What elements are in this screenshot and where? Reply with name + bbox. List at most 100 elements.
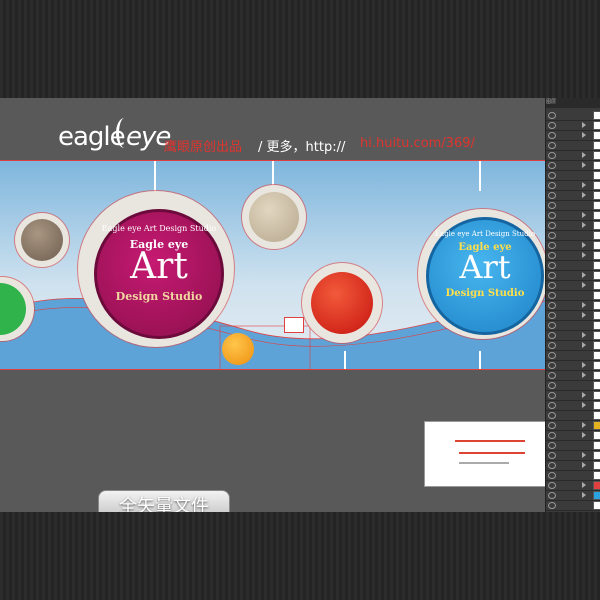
- layer-swatch: [593, 321, 600, 330]
- expand-arrow-icon[interactable]: [582, 312, 586, 318]
- visibility-eye-icon[interactable]: [548, 382, 556, 389]
- expand-arrow-icon[interactable]: [582, 402, 586, 408]
- layer-swatch: [593, 491, 600, 500]
- brown-bubble[interactable]: [21, 219, 63, 261]
- visibility-eye-icon[interactable]: [548, 232, 556, 239]
- visibility-eye-icon[interactable]: [548, 122, 556, 129]
- preview-thumbnail[interactable]: [424, 421, 545, 487]
- magenta-badge[interactable]: Eagle eye Art Design Studio Eagle eye Ar…: [94, 209, 224, 339]
- badge-studio-text: Design Studio: [445, 288, 525, 299]
- layers-panel[interactable]: 图层: [545, 98, 600, 512]
- visibility-eye-icon[interactable]: [548, 362, 556, 369]
- visibility-eye-icon[interactable]: [548, 292, 556, 299]
- expand-arrow-icon[interactable]: [582, 482, 586, 488]
- thumb-line: [455, 440, 525, 442]
- thumb-line: [459, 462, 509, 464]
- visibility-eye-icon[interactable]: [548, 132, 556, 139]
- visibility-eye-icon[interactable]: [548, 502, 556, 509]
- expand-arrow-icon[interactable]: [582, 372, 586, 378]
- visibility-eye-icon[interactable]: [548, 312, 556, 319]
- expand-arrow-icon[interactable]: [582, 152, 586, 158]
- expand-arrow-icon[interactable]: [582, 302, 586, 308]
- visibility-eye-icon[interactable]: [548, 182, 556, 189]
- design-canvas[interactable]: eagle eye 鹰眼原创出品 / 更多，http:// hi.huitu.c…: [0, 98, 545, 512]
- expand-arrow-icon[interactable]: [582, 392, 586, 398]
- expand-arrow-icon[interactable]: [582, 422, 586, 428]
- visibility-eye-icon[interactable]: [548, 192, 556, 199]
- red-bubble[interactable]: [311, 272, 373, 334]
- visibility-eye-icon[interactable]: [548, 242, 556, 249]
- visibility-eye-icon[interactable]: [548, 442, 556, 449]
- layer-swatch: [593, 451, 600, 460]
- visibility-eye-icon[interactable]: [548, 492, 556, 499]
- visibility-eye-icon[interactable]: [548, 462, 556, 469]
- visibility-eye-icon[interactable]: [548, 422, 556, 429]
- visibility-eye-icon[interactable]: [548, 472, 556, 479]
- layer-swatch: [593, 221, 600, 230]
- layer-swatch: [593, 141, 600, 150]
- visibility-eye-icon[interactable]: [548, 412, 556, 419]
- visibility-eye-icon[interactable]: [548, 322, 556, 329]
- blue-badge[interactable]: Eagle eye Art Design Studio Eagle eye Ar…: [426, 217, 544, 335]
- visibility-eye-icon[interactable]: [548, 402, 556, 409]
- layer-swatch: [593, 371, 600, 380]
- expand-arrow-icon[interactable]: [582, 212, 586, 218]
- visibility-eye-icon[interactable]: [548, 212, 556, 219]
- layer-swatch: [593, 351, 600, 360]
- visibility-eye-icon[interactable]: [548, 222, 556, 229]
- visibility-eye-icon[interactable]: [548, 482, 556, 489]
- layer-swatch: [593, 201, 600, 210]
- visibility-eye-icon[interactable]: [548, 172, 556, 179]
- layer-swatch: [593, 421, 600, 430]
- expand-arrow-icon[interactable]: [582, 342, 586, 348]
- visibility-eye-icon[interactable]: [548, 152, 556, 159]
- expand-arrow-icon[interactable]: [582, 282, 586, 288]
- visibility-eye-icon[interactable]: [548, 262, 556, 269]
- visibility-eye-icon[interactable]: [548, 452, 556, 459]
- visibility-eye-icon[interactable]: [548, 352, 556, 359]
- visibility-eye-icon[interactable]: [548, 252, 556, 259]
- expand-arrow-icon[interactable]: [582, 192, 586, 198]
- layer-swatch: [593, 121, 600, 130]
- visibility-eye-icon[interactable]: [548, 432, 556, 439]
- small-label-box[interactable]: [284, 317, 304, 333]
- artboard[interactable]: Eagle eye Art Design Studio Eagle eye Ar…: [0, 160, 545, 370]
- website-url-link[interactable]: hi.huitu.com/369/: [360, 136, 475, 151]
- visibility-eye-icon[interactable]: [548, 162, 556, 169]
- visibility-eye-icon[interactable]: [548, 302, 556, 309]
- expand-arrow-icon[interactable]: [582, 272, 586, 278]
- expand-arrow-icon[interactable]: [582, 122, 586, 128]
- layers-tab[interactable]: 图层: [546, 98, 600, 108]
- visibility-eye-icon[interactable]: [548, 332, 556, 339]
- expand-arrow-icon[interactable]: [582, 132, 586, 138]
- visibility-eye-icon[interactable]: [548, 142, 556, 149]
- expand-arrow-icon[interactable]: [582, 462, 586, 468]
- expand-arrow-icon[interactable]: [582, 182, 586, 188]
- expand-arrow-icon[interactable]: [582, 162, 586, 168]
- visibility-eye-icon[interactable]: [548, 392, 556, 399]
- expand-arrow-icon[interactable]: [582, 432, 586, 438]
- layer-swatch: [593, 171, 600, 180]
- layer-row[interactable]: [546, 500, 600, 511]
- visibility-eye-icon[interactable]: [548, 282, 556, 289]
- layer-swatch: [593, 411, 600, 420]
- background-frame-top: [0, 0, 600, 98]
- expand-arrow-icon[interactable]: [582, 242, 586, 248]
- expand-arrow-icon[interactable]: [582, 452, 586, 458]
- expand-arrow-icon[interactable]: [582, 492, 586, 498]
- visibility-eye-icon[interactable]: [548, 202, 556, 209]
- visibility-eye-icon[interactable]: [548, 112, 556, 119]
- visibility-eye-icon[interactable]: [548, 372, 556, 379]
- visibility-eye-icon[interactable]: [548, 342, 556, 349]
- layer-swatch: [593, 461, 600, 470]
- tan-bubble[interactable]: [249, 192, 299, 242]
- expand-arrow-icon[interactable]: [582, 252, 586, 258]
- badge-arc-text: Eagle eye Art Design Studio: [101, 224, 217, 233]
- visibility-eye-icon[interactable]: [548, 272, 556, 279]
- layer-swatch: [593, 291, 600, 300]
- orange-bubble[interactable]: [222, 333, 254, 365]
- expand-arrow-icon[interactable]: [582, 222, 586, 228]
- expand-arrow-icon[interactable]: [582, 332, 586, 338]
- layer-swatch: [593, 381, 600, 390]
- expand-arrow-icon[interactable]: [582, 362, 586, 368]
